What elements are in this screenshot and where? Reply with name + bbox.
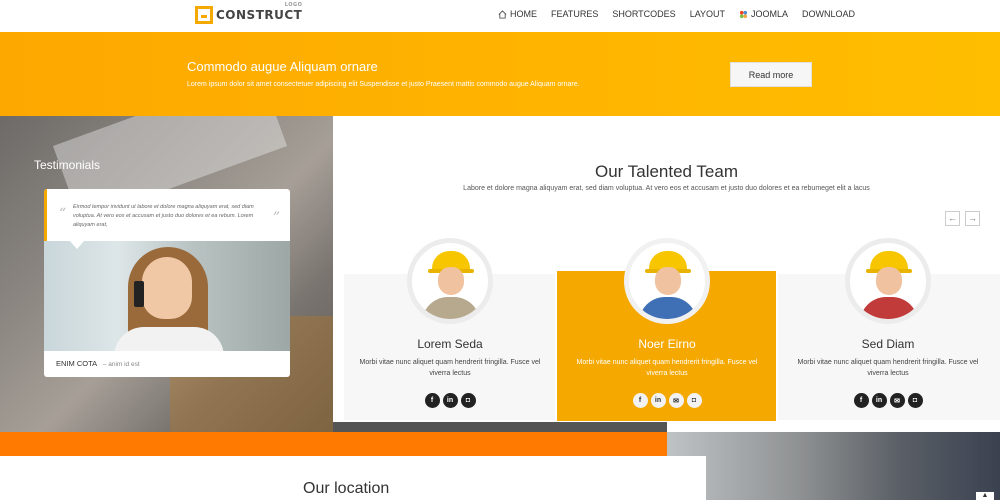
team-member: Lorem Seda Morbi vitae nunc aliquet quam… [345,232,555,422]
home-icon [498,9,507,19]
logo-mark-icon [195,6,213,24]
member-bio: Morbi vitae nunc aliquet quam hendrerit … [797,359,979,377]
banner-title: Commodo augue Aliquam ornare [187,59,378,74]
logo[interactable]: CONSTRUCT LOGO [195,2,303,26]
member-name: Sed Diam [861,337,915,351]
linkedin-icon[interactable]: in [442,393,458,408]
testimonials-section: Testimonials “ Eirmod tempor invidunt ut… [0,116,333,432]
member-socials: f in ◘ [345,393,555,408]
nav-layout-label: LAYOUT [689,9,726,19]
facebook-icon[interactable]: f [632,393,648,408]
member-name: Noer Eirno [638,337,696,351]
photo-shirt [114,327,224,351]
scroll-top-button[interactable]: ▲ [976,492,994,500]
team-description: Labore et dolore magna aliquyam erat, se… [463,185,870,192]
facebook-icon[interactable]: f [424,393,440,408]
testimonial-card: “ Eirmod tempor invidunt ut labore et do… [44,189,290,377]
team-title: Our Talented Team [594,162,738,181]
read-more-button[interactable]: Read more [730,62,812,87]
team-next-button[interactable]: → [965,211,980,226]
member-socials: f in ✉ ◘ [562,393,772,408]
email-icon[interactable]: ✉ [668,393,684,408]
testimonial-author: ENIM COTA – anim id est [56,359,140,368]
instagram-icon[interactable]: ◘ [907,393,923,408]
avatar-head [876,267,902,295]
main-nav: HOME FEATURES SHORTCODES LAYOUT JOOMLA D… [498,9,855,19]
nav-joomla[interactable]: JOOMLA [739,9,788,19]
location-panel: Our location [0,456,706,500]
team-member-active: Noer Eirno Morbi vitae nunc aliquet quam… [562,232,772,422]
testimonials-title: Testimonials [34,158,101,172]
nav-home[interactable]: HOME [498,9,537,19]
bottom-background-image [667,432,1000,500]
member-bio: Morbi vitae nunc aliquet quam hendrerit … [576,359,758,377]
email-icon[interactable]: ✉ [889,393,905,408]
nav-shortcodes-label: SHORTCODES [612,9,676,19]
photo-phone [134,281,144,307]
nav-features-label: FEATURES [551,9,599,19]
team-section: Our Talented Team Labore et dolore magna… [333,116,1000,422]
nav-shortcodes[interactable]: SHORTCODES [612,9,675,19]
header: CONSTRUCT LOGO HOME FEATURES SHORTCODES … [0,0,1000,32]
logo-text: CONSTRUCT LOGO [216,2,303,22]
quote-pointer [70,241,84,249]
testimonial-quote: Eirmod tempor invidunt ut labore et dolo… [73,204,254,228]
avatar-body [860,297,918,319]
member-name: Lorem Seda [417,337,483,351]
joomla-icon [739,10,748,18]
avatar-body [422,297,480,319]
quote-close-icon: ” [272,210,280,226]
nav-joomla-label: JOOMLA [751,9,789,19]
instagram-icon[interactable]: ◘ [686,393,702,408]
member-avatar [407,238,493,324]
nav-download[interactable]: DOWNLOAD [802,9,855,19]
nav-home-label: HOME [510,9,537,19]
facebook-icon[interactable]: f [853,393,869,408]
avatar-head [438,267,464,295]
linkedin-icon[interactable]: in [871,393,887,408]
promo-banner: Commodo augue Aliquam ornare Lorem ipsum… [0,32,1000,116]
member-avatar [845,238,931,324]
instagram-icon[interactable]: ◘ [460,393,476,408]
member-bio: Morbi vitae nunc aliquet quam hendrerit … [359,359,541,377]
testimonial-author-role: anim id est [108,361,140,368]
nav-download-label: DOWNLOAD [802,9,856,19]
testimonial-photo [44,241,290,351]
nav-features[interactable]: FEATURES [551,9,598,19]
member-avatar [624,238,710,324]
avatar-body [639,297,697,319]
divider-bar [333,422,667,432]
testimonial-author-name: ENIM COTA [56,359,97,368]
photo-face [142,257,192,319]
member-socials: f in ✉ ◘ [783,393,993,408]
linkedin-icon[interactable]: in [650,393,666,408]
location-title: Our location [303,480,390,497]
team-prev-button[interactable]: ← [945,211,960,226]
banner-text: Lorem ipsum dolor sit amet consectetuer … [187,81,580,88]
orange-bar [0,432,667,456]
team-member: Sed Diam Morbi vitae nunc aliquet quam h… [783,232,993,422]
quote-open-icon: “ [59,206,67,222]
logo-sup: LOGO [284,2,303,8]
nav-layout[interactable]: LAYOUT [690,9,725,19]
avatar-head [655,267,681,295]
testimonial-quote-box: “ Eirmod tempor invidunt ut labore et do… [44,189,290,241]
